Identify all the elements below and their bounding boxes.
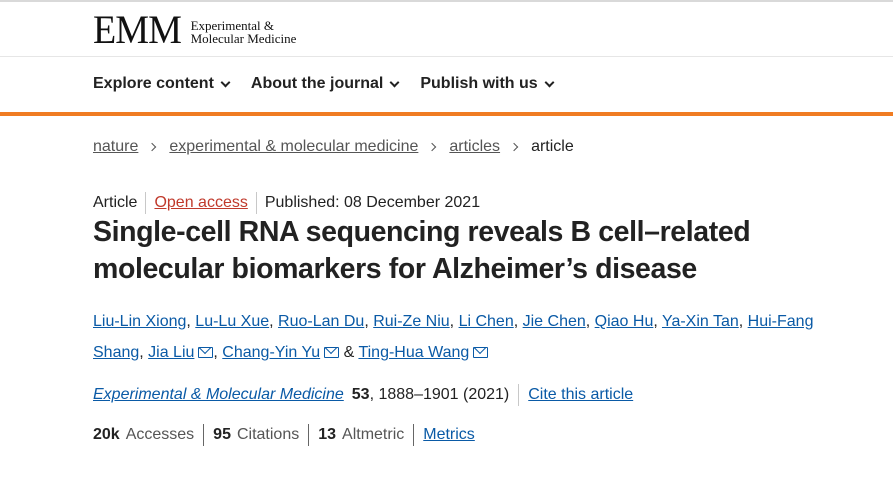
nav-publish-with-us[interactable]: Publish with us <box>420 74 555 94</box>
accesses-count: 20k <box>93 426 120 443</box>
journal-logo[interactable]: EMM Experimental & Molecular Medicine <box>93 7 297 52</box>
article-title: Single-cell RNA sequencing reveals B cel… <box>93 216 751 285</box>
author-list: Liu-Lin Xiong, Lu-Lu Xue, Ruo-Lan Du, Ru… <box>93 313 814 361</box>
author-name: Ting-Hua Wang <box>358 344 470 361</box>
cite-this-article-link[interactable]: Cite this article <box>528 386 633 404</box>
volume: 53 <box>351 386 370 403</box>
chevron-right-icon <box>148 142 157 152</box>
pages-year: , 1888–1901 (2021) <box>369 386 510 403</box>
logo-subtitle: Experimental & Molecular Medicine <box>191 19 297 45</box>
metrics-divider <box>413 424 415 446</box>
nav-explore-content[interactable]: Explore content <box>93 74 231 94</box>
author-link[interactable]: Li Chen <box>459 313 514 330</box>
mail-icon <box>324 347 340 358</box>
author-name: Jia Liu <box>148 344 195 361</box>
accent-bar <box>0 112 893 116</box>
nav-publish-with-us-label: Publish with us <box>420 75 538 92</box>
author-link[interactable]: Qiao Hu <box>595 313 654 330</box>
breadcrumb: nature experimental & molecular medicine… <box>93 137 574 157</box>
breadcrumb-nature[interactable]: nature <box>93 138 138 156</box>
metrics-divider <box>308 424 310 446</box>
author-link[interactable]: Lu-Lu Xue <box>195 313 269 330</box>
accesses-label: Accesses <box>125 426 195 443</box>
author-link[interactable]: Chang-Yin Yu <box>222 344 340 361</box>
article-meta: Article Open access Published: 08 Decemb… <box>93 192 481 214</box>
article-type: Article <box>93 194 138 211</box>
author-link[interactable]: Jie Chen <box>523 313 586 330</box>
meta-divider <box>145 192 147 214</box>
citations-count: 95 <box>213 426 231 443</box>
mail-icon <box>473 347 489 358</box>
chevron-down-icon <box>544 77 555 87</box>
nav-about-journal[interactable]: About the journal <box>250 74 400 94</box>
breadcrumb-articles[interactable]: articles <box>449 138 500 156</box>
author-name: Chang-Yin Yu <box>222 344 321 361</box>
author-link[interactable]: Ya-Xin Tan <box>662 313 739 330</box>
chevron-down-icon <box>389 77 400 87</box>
metrics-link[interactable]: Metrics <box>423 426 475 444</box>
logo-mark: EMM <box>93 7 182 52</box>
metrics-bar: 20k Accesses 95 Citations 13 Altmetric M… <box>93 424 475 446</box>
journal-link[interactable]: Experimental & Molecular Medicine <box>93 386 344 404</box>
metrics-divider <box>203 424 205 446</box>
nav-explore-content-label: Explore content <box>93 75 214 92</box>
author-link[interactable]: Rui-Ze Niu <box>373 313 449 330</box>
main-nav: Explore content About the journal Publis… <box>93 74 555 94</box>
citation-line: Experimental & Molecular Medicine 53, 18… <box>93 384 633 406</box>
open-access-link[interactable]: Open access <box>154 194 247 212</box>
nav-about-journal-label: About the journal <box>250 75 384 92</box>
breadcrumb-current: article <box>531 138 574 155</box>
chevron-right-icon <box>428 142 437 152</box>
citations-label: Citations <box>236 426 300 443</box>
altmetric-score: 13 <box>318 426 337 443</box>
chevron-down-icon <box>220 77 231 87</box>
breadcrumb-journal[interactable]: experimental & molecular medicine <box>169 138 418 156</box>
chevron-right-icon <box>509 142 519 152</box>
author-link[interactable]: Liu-Lin Xiong <box>93 313 186 330</box>
published-date: Published: 08 December 2021 <box>264 194 481 211</box>
logo-line-2: Molecular Medicine <box>190 31 297 46</box>
author-link[interactable]: Ting-Hua Wang <box>358 344 489 361</box>
meta-divider <box>255 192 257 214</box>
mail-icon <box>198 347 214 358</box>
author-link[interactable]: Jia Liu <box>148 344 214 361</box>
header-divider <box>0 56 893 57</box>
author-link[interactable]: Ruo-Lan Du <box>278 313 364 330</box>
citation-divider <box>518 384 520 406</box>
top-rule <box>0 0 893 2</box>
altmetric-label: Altmetric <box>342 426 405 443</box>
